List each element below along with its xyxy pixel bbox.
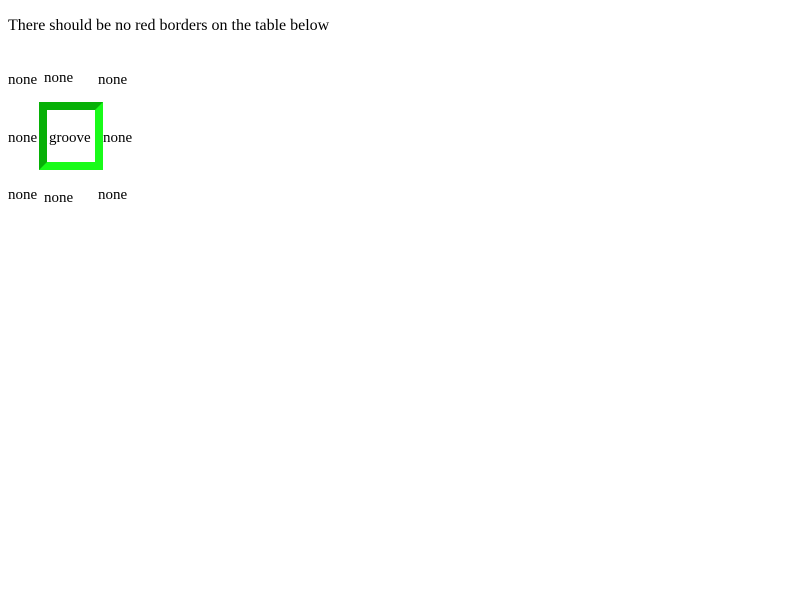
groove-cell-label: groove [49, 130, 91, 146]
table-cell: none [98, 187, 128, 203]
table-cell: none [44, 190, 74, 206]
table-cell: none [103, 130, 133, 146]
table-cell: none [8, 187, 38, 203]
table-cell: none [44, 70, 74, 86]
table-cell: none [8, 72, 38, 88]
table-cell: none [8, 130, 38, 146]
table-cell: none [98, 72, 128, 88]
page-heading: There should be no red borders on the ta… [8, 17, 330, 34]
